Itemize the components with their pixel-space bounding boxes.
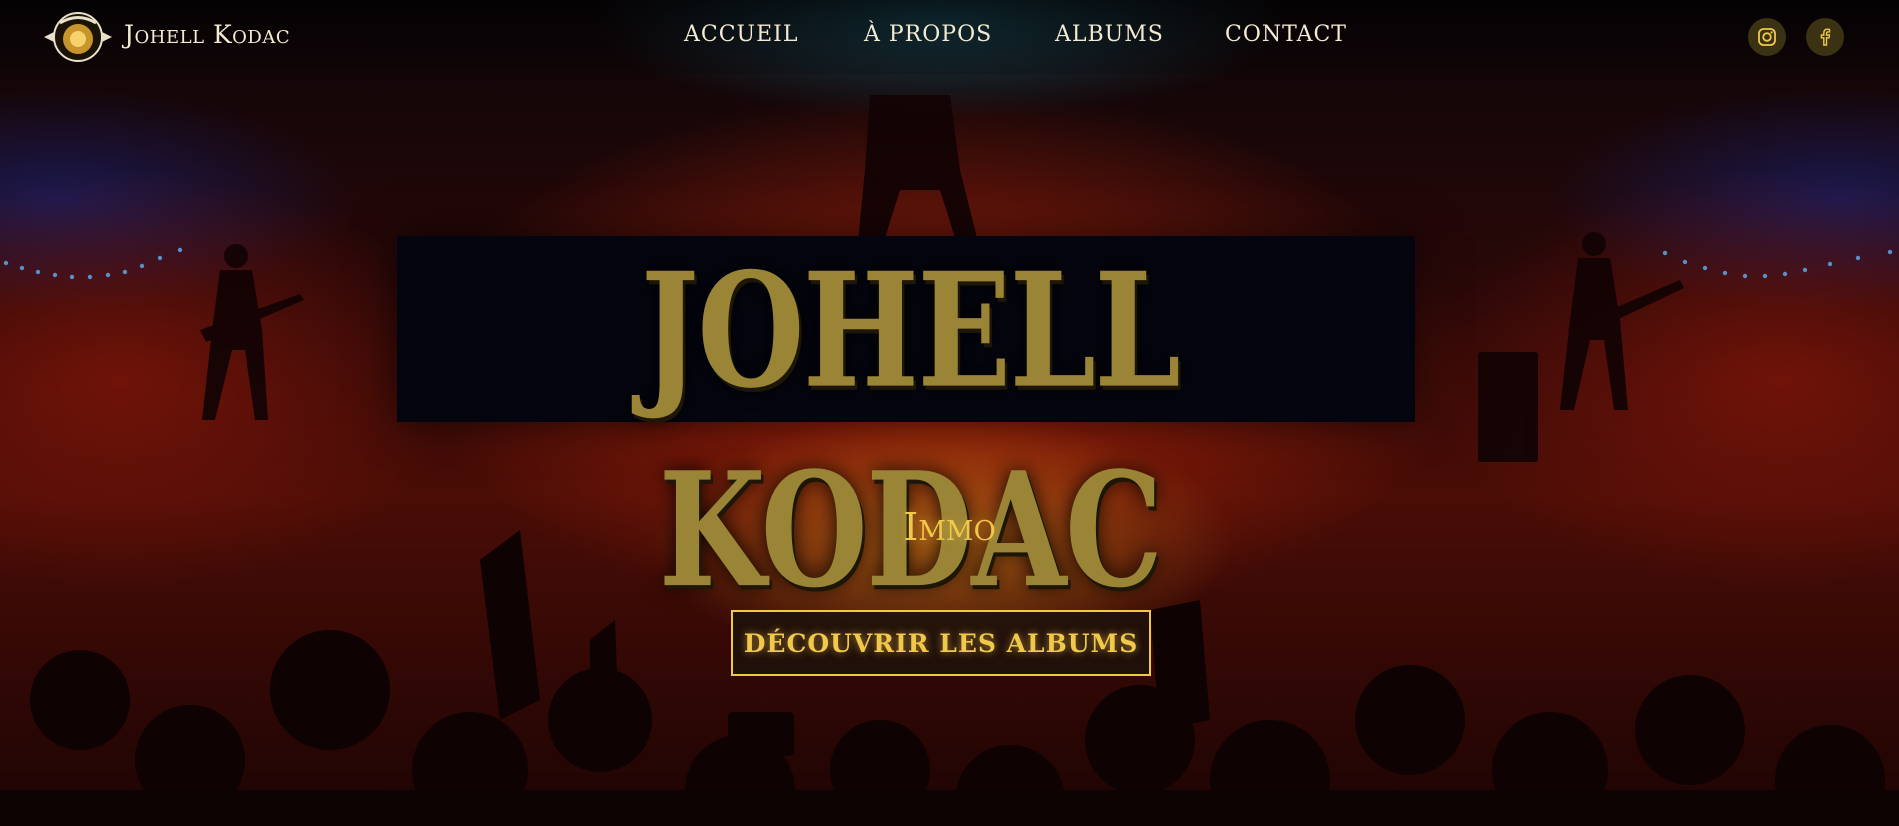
nav-contact[interactable]: CONTACT — [1225, 22, 1347, 47]
instagram-button[interactable] — [1748, 18, 1786, 56]
facebook-button[interactable] — [1806, 18, 1844, 56]
nav-a-propos[interactable]: À PROPOS — [864, 22, 992, 47]
nav-accueil[interactable]: ACCUEIL — [684, 22, 798, 47]
hero-subtitle: Immo — [903, 505, 996, 549]
discover-albums-button[interactable]: DÉCOUVRIR LES ALBUMS — [731, 610, 1151, 676]
facebook-icon — [1820, 28, 1831, 46]
nav-albums[interactable]: ALBUMS — [1055, 22, 1164, 47]
hero-title: JOHELL KODAC — [640, 238, 1181, 623]
site-header: Johell Kodac ACCUEIL À PROPOS ALBUMS CON… — [0, 0, 1899, 74]
main-nav: ACCUEIL À PROPOS ALBUMS CONTACT — [0, 22, 1899, 52]
discover-albums-label: DÉCOUVRIR LES ALBUMS — [743, 628, 1139, 658]
instagram-icon — [1758, 28, 1776, 46]
